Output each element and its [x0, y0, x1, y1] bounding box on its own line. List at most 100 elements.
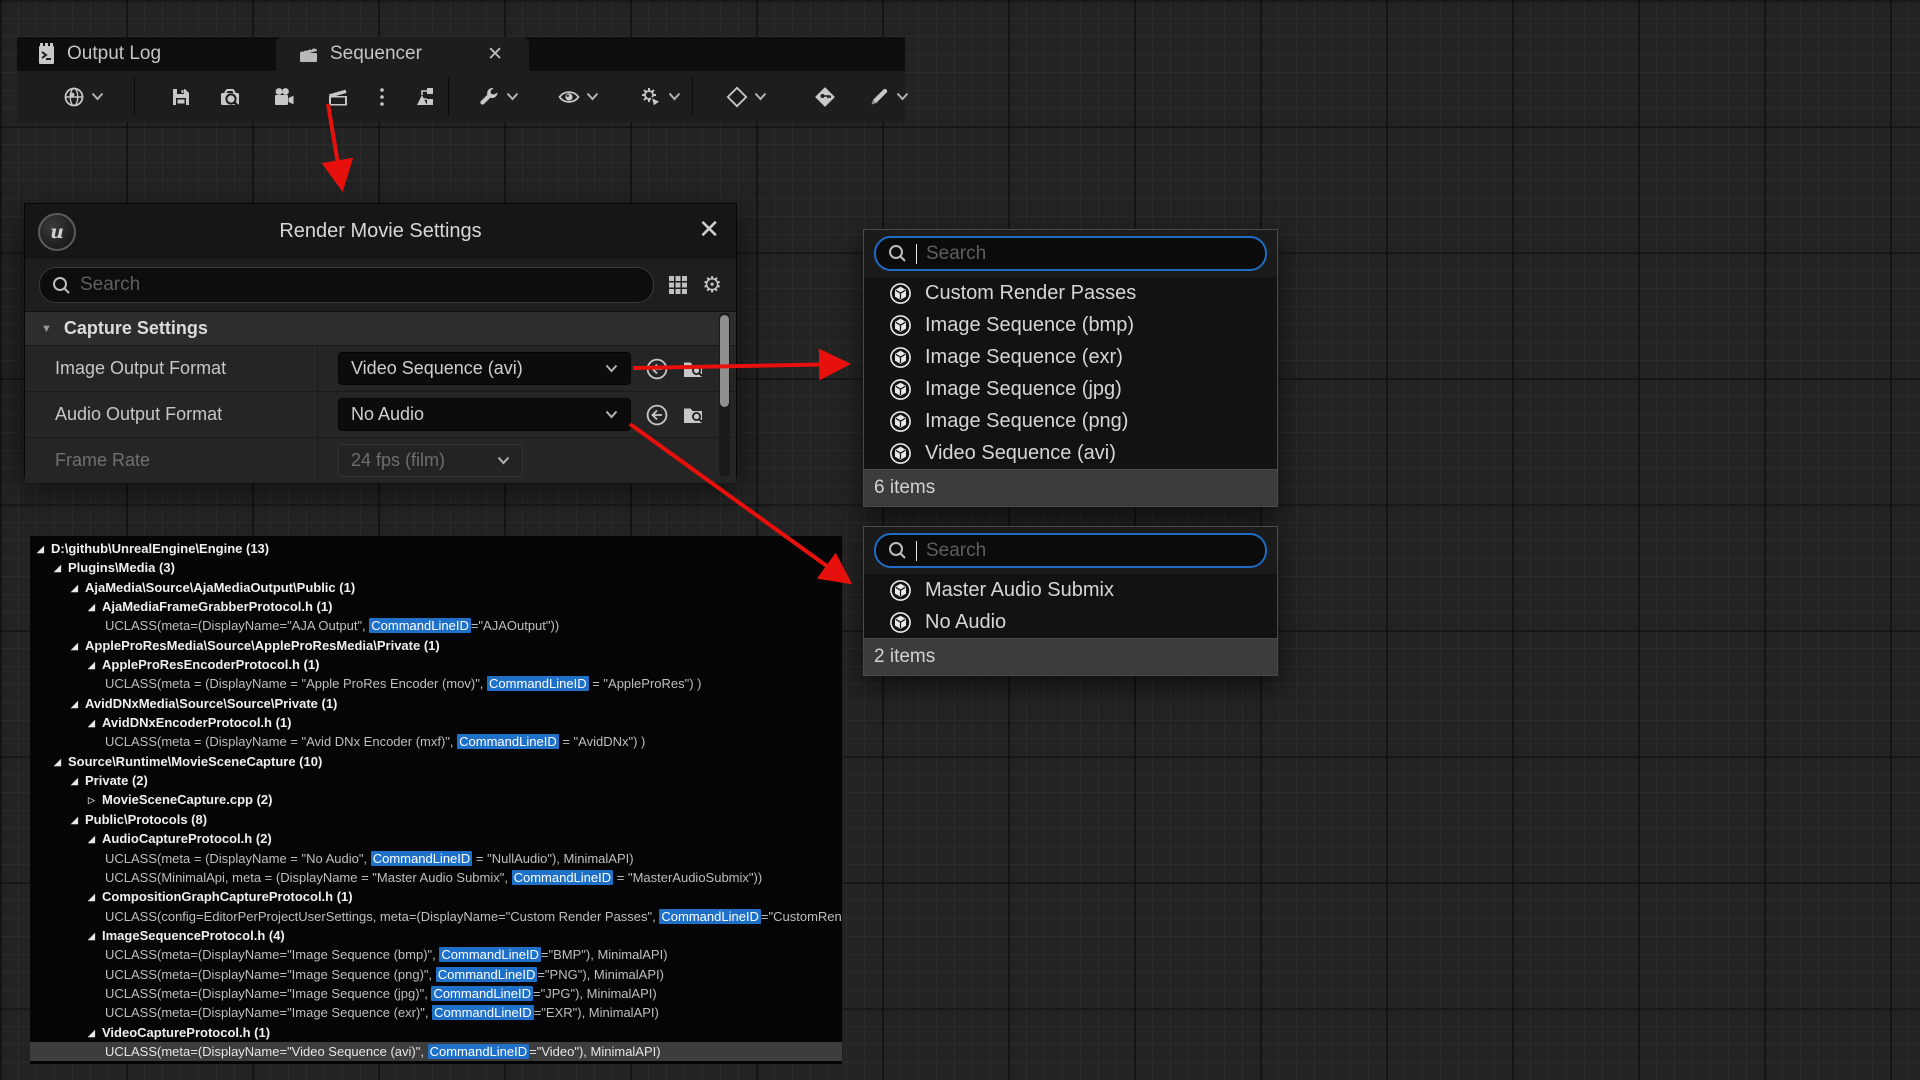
tree-node[interactable]: ◢AvidDNxEncoderProtocol.h (1)	[30, 713, 842, 732]
dropdown-option[interactable]: Master Audio Submix	[864, 574, 1277, 606]
expanded-expander-icon[interactable]: ◢	[88, 656, 102, 674]
tree-node-label: AppleProResEncoderProtocol.h (1)	[102, 657, 319, 672]
keyframe-diamond-button[interactable]	[725, 71, 767, 122]
browse-asset-icon[interactable]	[681, 403, 705, 427]
capture-settings-header[interactable]: ▼ Capture Settings	[25, 311, 736, 345]
code-reference-line[interactable]: UCLASS(meta = (DisplayName = "Apple ProR…	[30, 674, 842, 693]
world-button[interactable]	[62, 71, 104, 122]
tab-close-icon[interactable]: ✕	[487, 45, 503, 64]
expanded-expander-icon[interactable]: ◢	[88, 830, 102, 848]
search-match-highlight: CommandLineID	[431, 986, 533, 1001]
dropdown-option[interactable]: Custom Render Passes	[864, 277, 1277, 309]
audio-format-search-input[interactable]: Search	[874, 533, 1267, 568]
gear-play-button[interactable]	[639, 71, 681, 122]
code-text: UCLASS(meta=(DisplayName="Image Sequence…	[105, 947, 439, 962]
code-text: UCLASS(meta=(DisplayName="Video Sequence…	[105, 1044, 428, 1059]
dropdown-option[interactable]: Image Sequence (jpg)	[864, 373, 1277, 405]
code-reference-line[interactable]: UCLASS(meta=(DisplayName="Image Sequence…	[30, 945, 842, 964]
cine-camera-button[interactable]	[272, 71, 296, 122]
hierarchy-button[interactable]	[413, 71, 437, 122]
ellipsis-v-button[interactable]	[370, 71, 394, 122]
use-selected-asset-icon[interactable]	[645, 403, 669, 427]
code-reference-line[interactable]: UCLASS(meta=(DisplayName="Video Sequence…	[30, 1042, 842, 1061]
chevron-down-icon	[605, 364, 618, 373]
tree-node[interactable]: ◢Source\Runtime\MovieSceneCapture (10)	[30, 752, 842, 771]
tree-node-label: AvidDNxMedia\Source\Source\Private (1)	[85, 696, 337, 711]
image-format-search-input[interactable]: Search	[874, 236, 1267, 271]
code-reference-line[interactable]: UCLASS(meta=(DisplayName="Image Sequence…	[30, 984, 842, 1003]
tab-output-log[interactable]: Output Log	[37, 37, 267, 71]
code-reference-line[interactable]: UCLASS(meta=(DisplayName="AJA Output", C…	[30, 616, 842, 635]
camera-find-button[interactable]	[218, 71, 242, 122]
pen-button[interactable]	[867, 71, 909, 122]
tree-node[interactable]: ◢VideoCaptureProtocol.h (1)	[30, 1023, 842, 1042]
dropdown-option[interactable]: No Audio	[864, 606, 1277, 638]
code-reference-line[interactable]: UCLASS(meta=(DisplayName="Image Sequence…	[30, 1003, 842, 1022]
code-reference-line[interactable]: UCLASS(meta = (DisplayName = "No Audio",…	[30, 849, 842, 868]
tree-node[interactable]: ◢AppleProResEncoderProtocol.h (1)	[30, 655, 842, 674]
code-reference-line[interactable]: UCLASS(MinimalApi, meta = (DisplayName =…	[30, 868, 842, 887]
dropdown-option[interactable]: Image Sequence (png)	[864, 405, 1277, 437]
use-selected-asset-icon[interactable]	[645, 357, 669, 381]
tree-node[interactable]: ◢Public\Protocols (8)	[30, 810, 842, 829]
expanded-expander-icon[interactable]: ◢	[54, 753, 68, 771]
search-placeholder: Search	[80, 274, 140, 296]
expanded-expander-icon[interactable]: ◢	[54, 559, 68, 577]
expanded-expander-icon[interactable]: ◢	[71, 811, 85, 829]
save-button[interactable]	[169, 71, 193, 122]
setting-dropdown[interactable]: Video Sequence (avi)	[338, 352, 631, 385]
chevron-down-icon	[668, 92, 681, 101]
tree-node[interactable]: ◢AvidDNxMedia\Source\Source\Private (1)	[30, 694, 842, 713]
setting-dropdown: 24 fps (film)	[338, 444, 523, 477]
code-reference-line[interactable]: UCLASS(config=EditorPerProjectUserSettin…	[30, 907, 842, 926]
tree-node[interactable]: ◢D:\github\UnrealEngine\Engine (13)	[30, 539, 842, 558]
tree-node-label: AjaMedia\Source\AjaMediaOutput\Public (1…	[85, 580, 355, 595]
tree-node[interactable]: ◢AudioCaptureProtocol.h (2)	[30, 829, 842, 848]
setting-dropdown[interactable]: No Audio	[338, 398, 631, 431]
tree-node[interactable]: ◢AjaMedia\Source\AjaMediaOutput\Public (…	[30, 578, 842, 597]
render-movie-clapperboard-button[interactable]	[326, 71, 350, 122]
wrench-button[interactable]	[477, 71, 519, 122]
tree-node[interactable]: ◢Private (2)	[30, 771, 842, 790]
tree-node[interactable]: ◢Plugins\Media (3)	[30, 558, 842, 577]
dropdown-option[interactable]: Image Sequence (exr)	[864, 341, 1277, 373]
expanded-expander-icon[interactable]: ◢	[88, 714, 102, 732]
expanded-expander-icon[interactable]: ◢	[71, 772, 85, 790]
dialog-search-input[interactable]: Search	[39, 267, 654, 303]
expanded-expander-icon[interactable]: ◢	[71, 695, 85, 713]
dialog-close-icon[interactable]: ✕	[698, 216, 720, 242]
code-reference-line[interactable]: UCLASS(meta = (DisplayName = "Avid DNx E…	[30, 732, 842, 751]
browse-asset-icon[interactable]	[681, 357, 705, 381]
autokey-diamond-button[interactable]	[813, 71, 837, 122]
eye-button[interactable]	[557, 71, 599, 122]
code-text: ="Video"), MinimalAPI)	[529, 1044, 660, 1059]
tree-node[interactable]: ▷MovieSceneCapture.cpp (2)	[30, 790, 842, 809]
tab-sequencer[interactable]: Sequencer ✕	[276, 37, 529, 71]
settings-gear-icon[interactable]: ⚙	[702, 274, 722, 296]
tree-node[interactable]: ◢AppleProResMedia\Source\AppleProResMedi…	[30, 636, 842, 655]
dialog-scrollbar[interactable]	[719, 313, 730, 477]
tree-node[interactable]: ◢CompositionGraphCaptureProtocol.h (1)	[30, 887, 842, 906]
chevron-down-icon	[896, 92, 909, 101]
expanded-expander-icon[interactable]: ◢	[71, 579, 85, 597]
dropdown-option[interactable]: Image Sequence (bmp)	[864, 309, 1277, 341]
wrench-icon	[477, 85, 501, 109]
image-format-dropdown-popup: SearchCustom Render PassesImage Sequence…	[863, 229, 1278, 507]
code-text: UCLASS(config=EditorPerProjectUserSettin…	[105, 909, 659, 924]
expanded-expander-icon[interactable]: ◢	[88, 598, 102, 616]
scrollbar-thumb[interactable]	[720, 315, 729, 407]
row-actions	[645, 403, 705, 427]
chevron-down-icon	[506, 92, 519, 101]
tree-node[interactable]: ◢AjaMediaFrameGrabberProtocol.h (1)	[30, 597, 842, 616]
chevron-down-icon	[605, 410, 618, 419]
tree-node[interactable]: ◢ImageSequenceProtocol.h (4)	[30, 926, 842, 945]
view-options-icon[interactable]	[667, 274, 689, 296]
expanded-expander-icon[interactable]: ◢	[88, 927, 102, 945]
dropdown-option[interactable]: Video Sequence (avi)	[864, 437, 1277, 469]
collapsed-expander-icon[interactable]: ▷	[88, 791, 102, 809]
expanded-expander-icon[interactable]: ◢	[71, 637, 85, 655]
expanded-expander-icon[interactable]: ◢	[88, 888, 102, 906]
expanded-expander-icon[interactable]: ◢	[37, 540, 51, 558]
expanded-expander-icon[interactable]: ◢	[88, 1024, 102, 1042]
code-reference-line[interactable]: UCLASS(meta=(DisplayName="Image Sequence…	[30, 965, 842, 984]
